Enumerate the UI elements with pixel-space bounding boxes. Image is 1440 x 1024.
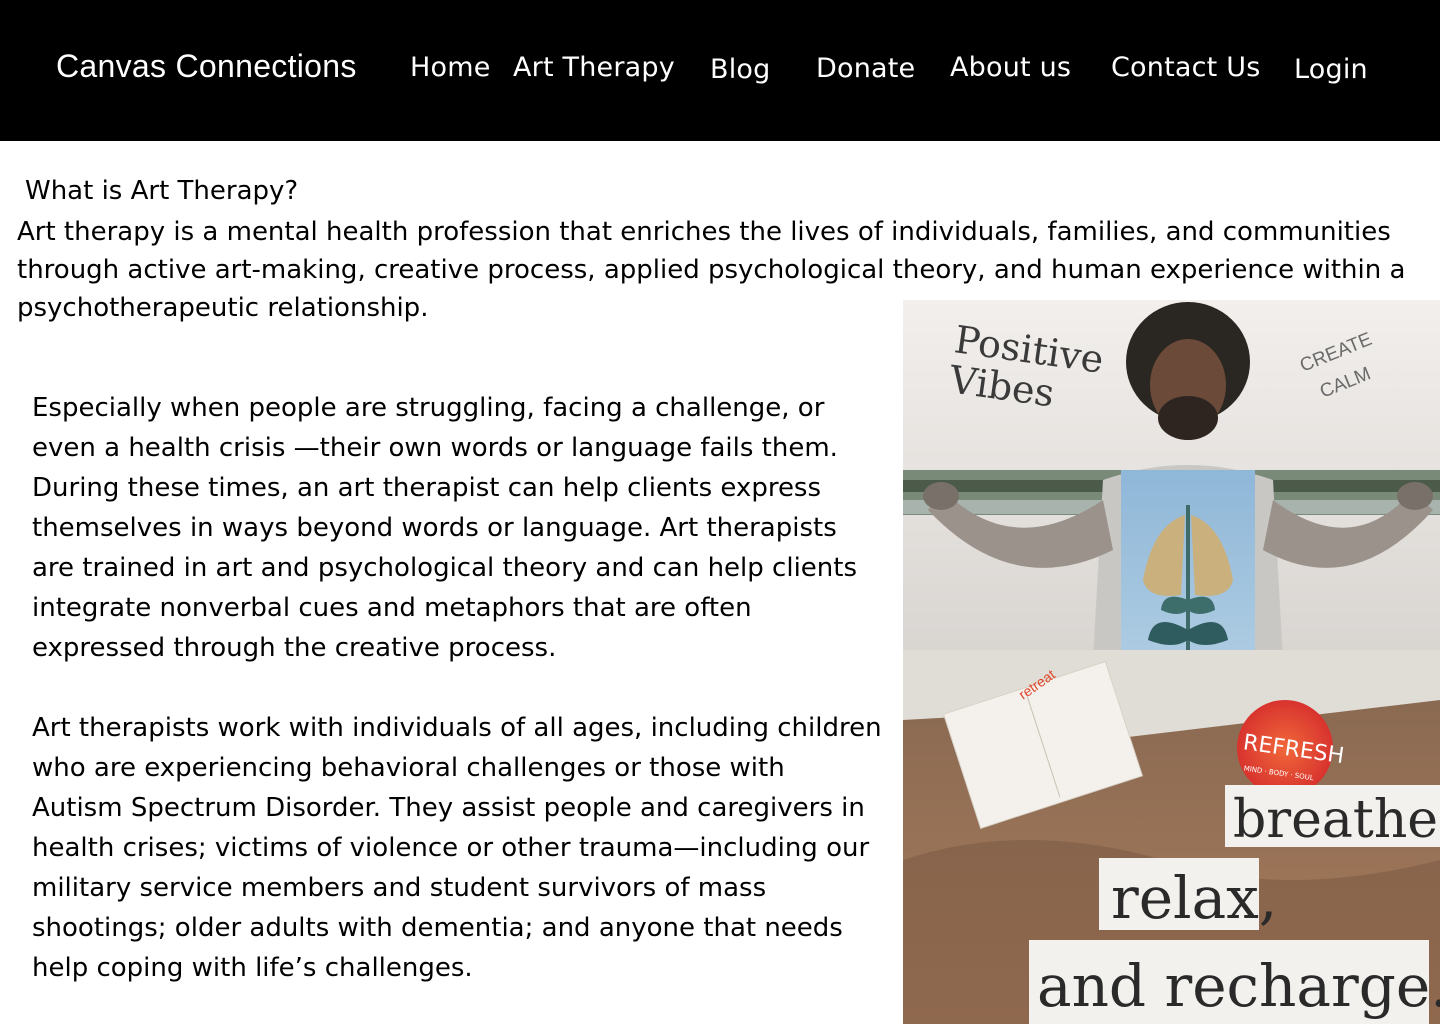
page-heading: What is Art Therapy?	[25, 176, 299, 206]
nav-art-therapy-link[interactable]: Art Therapy	[513, 52, 675, 83]
breathe-text: breathe,	[1233, 790, 1440, 850]
nav-contact-us-link[interactable]: Contact Us	[1111, 52, 1260, 83]
brand-logo[interactable]: Canvas Connections	[56, 48, 357, 85]
recharge-text: and recharge.	[1037, 952, 1440, 1020]
top-navigation-bar: Canvas Connections Home Art Therapy Blog…	[0, 0, 1440, 141]
nav-login-link[interactable]: Login	[1294, 54, 1368, 85]
body-paragraph-2: Art therapists work with individuals of …	[32, 713, 882, 983]
nav-about-us-link[interactable]: About us	[950, 52, 1071, 83]
art-therapy-collage-image: Positive Vibes CREATE CALM retreat REFRE…	[903, 300, 1440, 1024]
body-paragraph-1: Especially when people are struggling, f…	[32, 393, 858, 663]
nav-blog-link[interactable]: Blog	[710, 54, 770, 85]
relax-text: relax,	[1111, 864, 1277, 932]
nav-donate-link[interactable]: Donate	[816, 53, 915, 84]
nav-home-link[interactable]: Home	[410, 52, 491, 83]
